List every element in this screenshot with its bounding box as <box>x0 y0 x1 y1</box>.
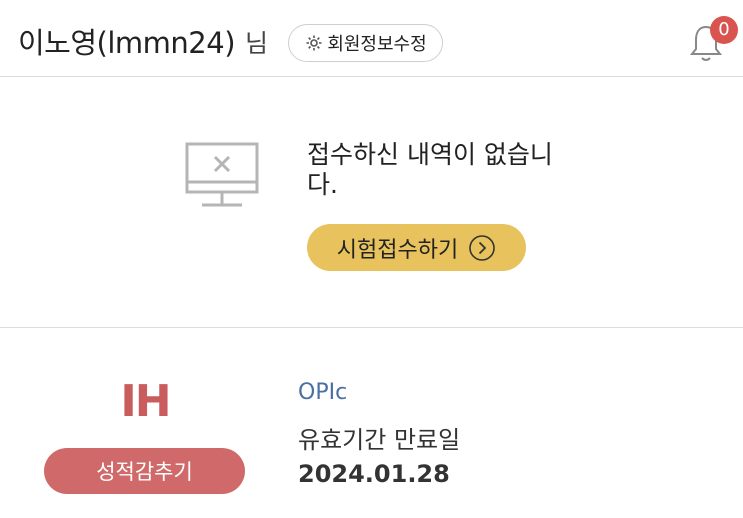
honorific: 님 <box>245 29 269 58</box>
hide-score-button[interactable]: 성적감추기 <box>44 448 245 494</box>
exam-name: OPIc <box>298 380 348 405</box>
circle-arrow-right-icon <box>468 234 496 262</box>
header: 이노영(lmmn24) 님 회원정보수정 0 <box>0 0 743 77</box>
expiry-date: 2024.01.28 <box>298 460 450 488</box>
notification-badge: 0 <box>710 16 738 44</box>
empty-state: 접수하신 내역이 없습니다. 시험접수하기 <box>0 77 743 328</box>
profile-edit-label: 회원정보수정 <box>327 34 427 55</box>
score-card: IH 성적감추기 OPIc 유효기간 만료일 2024.01.28 <box>0 328 743 518</box>
monitor-x-icon <box>184 141 260 211</box>
user-name: 이노영(lmmn24) <box>18 26 236 60</box>
apply-exam-label: 시험접수하기 <box>336 237 459 263</box>
profile-edit-button[interactable]: 회원정보수정 <box>288 24 443 62</box>
grade: IH <box>120 376 171 427</box>
apply-exam-button[interactable]: 시험접수하기 <box>307 224 526 271</box>
expiry-label: 유효기간 만료일 <box>298 426 461 454</box>
empty-message: 접수하신 내역이 없습니다. <box>307 140 553 199</box>
gear-icon <box>304 33 324 53</box>
